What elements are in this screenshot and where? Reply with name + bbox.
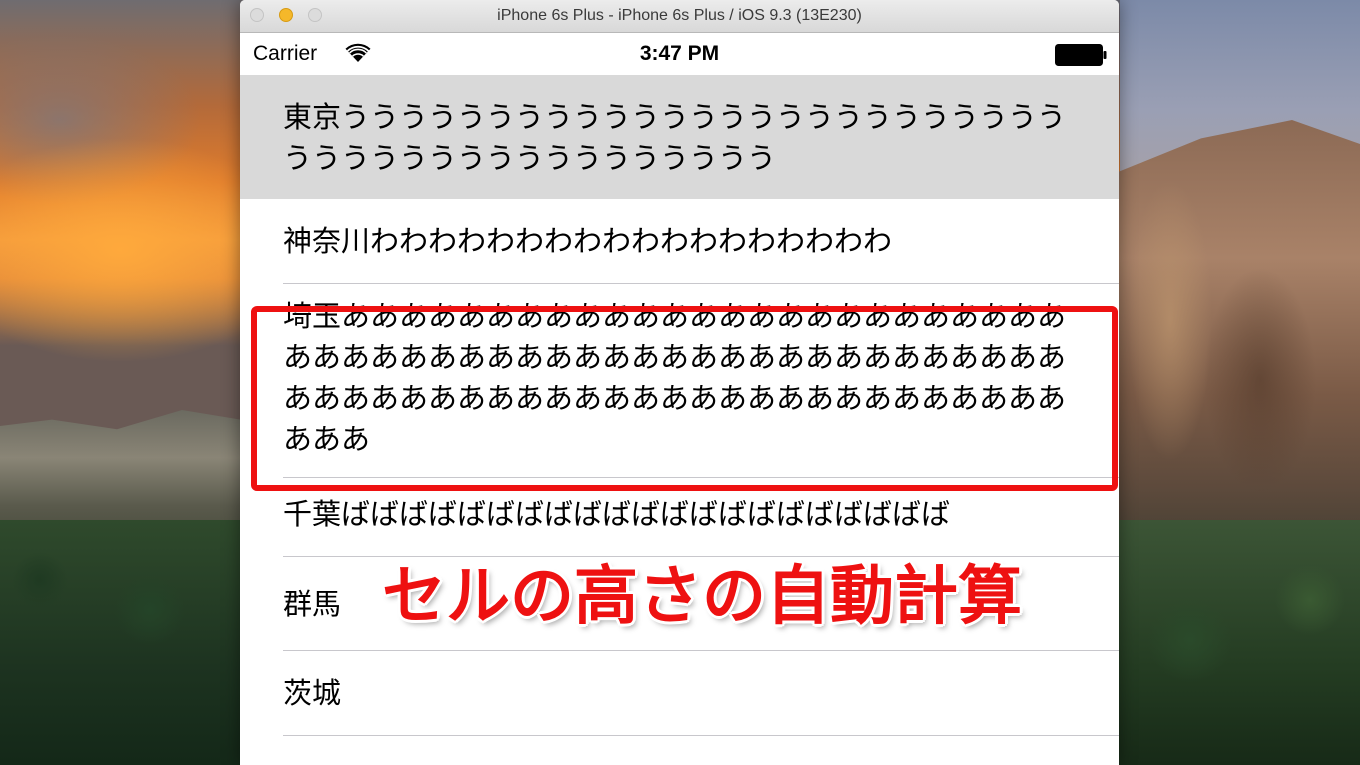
table-row[interactable]: 茨城 (240, 651, 1119, 736)
cell-label: 千葉ばばばばばばばばばばばばばばばばばばばばば (283, 497, 951, 531)
wallpaper-forest-left (0, 520, 260, 765)
table-row[interactable]: 東京うううううううううううううううううううううううううううううううううううううう… (240, 75, 1119, 199)
table-row[interactable]: 千葉ばばばばばばばばばばばばばばばばばばばばば (240, 478, 1119, 557)
cell-label: 茨城 (283, 676, 342, 710)
cell-label: 東京うううううううううううううううううううううううううううううううううううううう… (283, 100, 1067, 175)
status-time: 3:47 PM (639, 42, 720, 65)
window-titlebar[interactable]: iPhone 6s Plus - iPhone 6s Plus / iOS 9.… (240, 0, 1119, 33)
cell-label: 埼玉ああああああああああああああああああああああああああああああああああああああ… (283, 299, 1067, 456)
ios-status-bar: Carrier 3:47 PM (240, 33, 1119, 75)
wallpaper-cliff (1110, 120, 1360, 580)
annotation-caption: セルの高さの自動計算 (382, 560, 1022, 634)
table-row[interactable]: 埼玉ああああああああああああああああああああああああああああああああああああああ… (240, 284, 1119, 478)
simulator-window: iPhone 6s Plus - iPhone 6s Plus / iOS 9.… (240, 0, 1119, 765)
window-title: iPhone 6s Plus - iPhone 6s Plus / iOS 9.… (497, 7, 862, 24)
table-row[interactable]: 神奈川わわわわわわわわわわわわわわわわわわ (240, 199, 1119, 284)
cell-label: 神奈川わわわわわわわわわわわわわわわわわわ (283, 224, 893, 258)
wallpaper-forest-right (1110, 520, 1360, 765)
battery-icon (1055, 44, 1107, 66)
